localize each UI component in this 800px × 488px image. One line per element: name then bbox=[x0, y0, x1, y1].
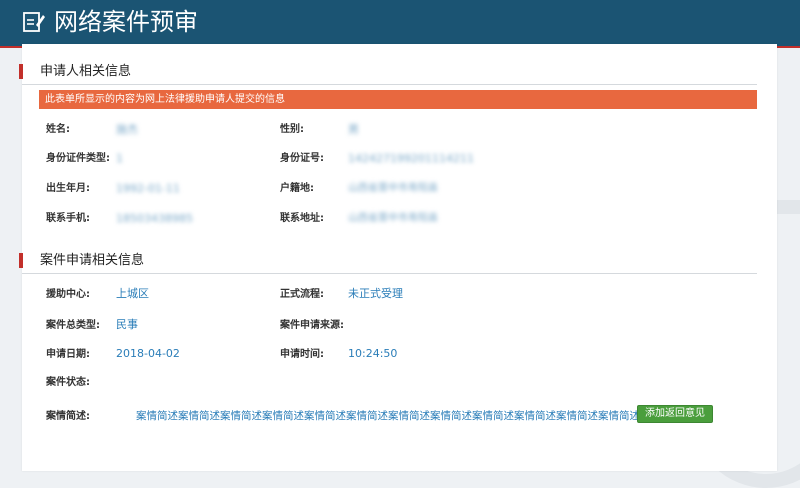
applicant-section-header: 申请人相关信息 bbox=[19, 63, 757, 85]
id-type-label: 身份证件类型: bbox=[46, 153, 110, 164]
section-accent-bar bbox=[19, 253, 23, 268]
section-accent-bar bbox=[19, 64, 23, 79]
birth-label: 出生年月: bbox=[46, 183, 90, 194]
status-label: 案件状态: bbox=[46, 377, 90, 388]
case-section-header: 案件申请相关信息 bbox=[19, 252, 757, 274]
birth-value: 1992-01-11 bbox=[116, 182, 180, 195]
case-type-value: 民事 bbox=[116, 318, 138, 331]
case-section-title: 案件申请相关信息 bbox=[40, 253, 145, 268]
address-label: 联系地址: bbox=[280, 213, 324, 224]
gender-label: 性别: bbox=[280, 124, 304, 135]
flow-label: 正式流程: bbox=[280, 289, 324, 300]
gender-value: 男 bbox=[348, 123, 359, 136]
id-number-label: 身份证号: bbox=[280, 153, 324, 164]
add-feedback-button[interactable]: 添加返回意见 bbox=[637, 405, 713, 423]
notice-banner: 此表单所显示的内容为网上法律援助申请人提交的信息 bbox=[39, 90, 757, 109]
page-title: 网络案件预审 bbox=[54, 8, 198, 36]
source-label: 案件申请来源: bbox=[280, 320, 344, 331]
applicant-section-title: 申请人相关信息 bbox=[40, 64, 132, 79]
address-value: 山西省晋中市寿阳县 bbox=[348, 213, 438, 224]
summary-value: 案情简述案情简述案情简述案情简述案情简述案情简述案情简述案情简述案情简述案情简述… bbox=[136, 410, 640, 422]
apply-time-value: 10:24:50 bbox=[348, 347, 398, 360]
notice-text: 此表单所显示的内容为网上法律援助申请人提交的信息 bbox=[45, 94, 285, 105]
case-type-label: 案件总类型: bbox=[46, 320, 100, 331]
id-number-value: 142427199201114211 bbox=[348, 152, 474, 165]
center-label: 援助中心: bbox=[46, 289, 90, 300]
main-panel: 申请人相关信息 此表单所显示的内容为网上法律援助申请人提交的信息 姓名: 施杰 … bbox=[19, 44, 777, 471]
flow-value: 未正式受理 bbox=[348, 287, 403, 300]
app-header: 网络案件预审 bbox=[0, 0, 800, 48]
summary-label: 案情简述: bbox=[46, 411, 90, 422]
apply-time-label: 申请时间: bbox=[280, 349, 324, 360]
hukou-value: 山西省晋中市寿阳县 bbox=[348, 183, 438, 194]
center-value: 上城区 bbox=[116, 287, 149, 300]
edit-note-icon bbox=[23, 12, 45, 32]
phone-label: 联系手机: bbox=[46, 213, 90, 224]
name-label: 姓名: bbox=[46, 124, 70, 135]
hukou-label: 户籍地: bbox=[280, 183, 314, 194]
apply-date-label: 申请日期: bbox=[46, 349, 90, 360]
apply-date-value: 2018-04-02 bbox=[116, 347, 180, 360]
name-value: 施杰 bbox=[116, 123, 138, 136]
phone-value: 18503438985 bbox=[116, 212, 193, 225]
id-type-value: 1 bbox=[116, 152, 123, 165]
